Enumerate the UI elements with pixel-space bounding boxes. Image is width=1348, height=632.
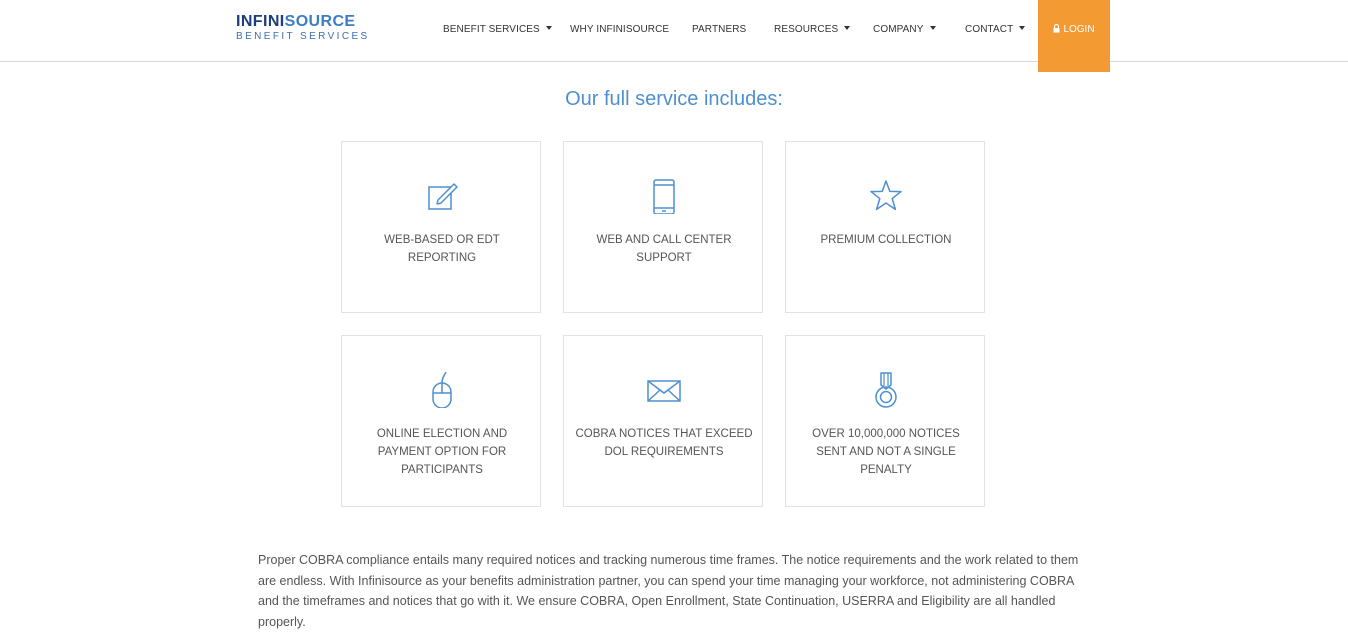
envelope-icon: [647, 380, 681, 402]
caret-down-icon: [929, 26, 936, 30]
nav-resources[interactable]: RESOURCES: [774, 24, 851, 35]
caret-down-icon: [1019, 26, 1026, 30]
nav-resources-label: RESOURCES: [774, 24, 839, 35]
infinisource-logo[interactable]: INFINISOURCE BENEFIT SERVICES: [236, 14, 370, 43]
star-icon: [870, 180, 902, 211]
feature-label: WEB-BASED OR EDT REPORTING: [384, 234, 500, 264]
nav-partners-label: PARTNERS: [692, 24, 747, 35]
lock-icon: [1053, 24, 1060, 33]
feature-card-premium-collection: PREMIUM COLLECTION: [785, 141, 985, 313]
nav-why-infinisource[interactable]: WHY INFINISOURCE: [570, 24, 669, 35]
caret-down-icon: [545, 26, 552, 30]
medal-icon: [875, 372, 897, 408]
top-navigation-bar: INFINISOURCE BENEFIT SERVICES BENEFIT SE…: [0, 0, 1348, 62]
nav-company-label: COMPANY: [873, 24, 924, 35]
login-label: LOGIN: [1063, 24, 1095, 35]
mouse-icon: [432, 372, 452, 408]
feature-card-call-center-support: WEB AND CALL CENTER SUPPORT: [563, 141, 763, 313]
feature-label: COBRA NOTICES THAT EXCEED DOL REQUIREMEN…: [575, 428, 753, 458]
feature-label: PREMIUM COLLECTION: [820, 234, 952, 246]
feature-label: OVER 10,000,000 NOTICES SENT AND NOT A S…: [812, 428, 960, 476]
logo-wordmark-part-1: INFINI: [236, 13, 285, 30]
feature-card-notices-sent: OVER 10,000,000 NOTICES SENT AND NOT A S…: [785, 335, 985, 507]
mobile-phone-icon: [653, 179, 675, 214]
feature-card-cobra-notices: COBRA NOTICES THAT EXCEED DOL REQUIREMEN…: [563, 335, 763, 507]
caret-down-icon: [844, 26, 851, 30]
nav-company[interactable]: COMPANY: [873, 24, 936, 35]
nav-benefit-services-label: BENEFIT SERVICES: [443, 24, 540, 35]
feature-card-online-election: ONLINE ELECTION AND PAYMENT OPTION FOR P…: [341, 335, 541, 507]
edit-icon: [428, 183, 458, 210]
logo-tagline: BENEFIT SERVICES: [236, 31, 370, 42]
cobra-description-paragraph: Proper COBRA compliance entails many req…: [258, 553, 1079, 629]
nav-partners[interactable]: PARTNERS: [692, 24, 746, 35]
nav-benefit-services[interactable]: BENEFIT SERVICES: [443, 24, 552, 35]
nav-why-infinisource-label: WHY INFINISOURCE: [570, 24, 670, 35]
nav-contact[interactable]: CONTACT: [965, 24, 1026, 35]
login-button-content: LOGIN: [1038, 24, 1110, 35]
logo-wordmark: INFINISOURCE: [236, 14, 370, 30]
logo-wordmark-part-2: SOURCE: [284, 13, 356, 30]
feature-label: WEB AND CALL CENTER SUPPORT: [596, 234, 732, 264]
login-button[interactable]: LOGIN: [1038, 0, 1110, 72]
feature-card-web-reporting: WEB-BASED OR EDT REPORTING: [341, 141, 541, 313]
feature-label: ONLINE ELECTION AND PAYMENT OPTION FOR P…: [376, 428, 508, 476]
nav-contact-label: CONTACT: [965, 24, 1014, 35]
section-heading: Our full service includes:: [565, 88, 783, 110]
